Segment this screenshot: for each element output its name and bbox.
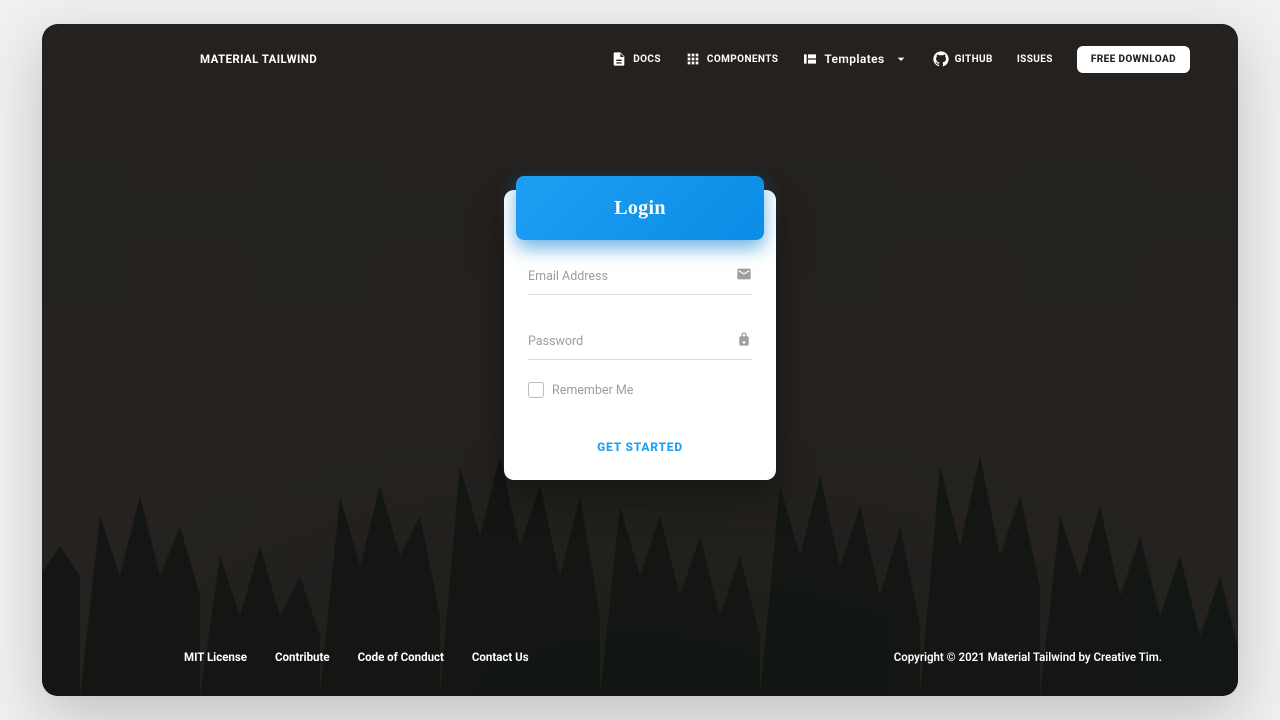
footer-contact[interactable]: Contact Us (472, 650, 529, 664)
remember-label: Remember Me (552, 383, 633, 398)
nav-issues[interactable]: ISSUES (1017, 54, 1053, 65)
footer-conduct[interactable]: Code of Conduct (358, 650, 444, 664)
footer-license[interactable]: MIT License (184, 650, 247, 664)
nav-docs[interactable]: DOCS (611, 51, 661, 67)
github-icon (933, 51, 949, 67)
main-area: Login Email Address Password Remember Me… (42, 80, 1238, 640)
navbar: MATERIAL TAILWIND DOCS COMPONENTS Templa… (42, 24, 1238, 80)
footer: MIT License Contribute Code of Conduct C… (42, 640, 1238, 696)
nav-templates[interactable]: Templates (802, 51, 908, 67)
free-download-button[interactable]: FREE DOWNLOAD (1077, 46, 1190, 73)
footer-links: MIT License Contribute Code of Conduct C… (184, 650, 529, 664)
password-field[interactable]: Password (528, 317, 752, 360)
nav-github[interactable]: GITHUB (933, 51, 993, 67)
nav-components-label: COMPONENTS (707, 54, 778, 65)
brand[interactable]: MATERIAL TAILWIND (200, 52, 317, 66)
nav-docs-label: DOCS (633, 54, 661, 65)
get-started-button[interactable]: GET STARTED (528, 432, 752, 458)
login-card-header: Login (516, 176, 764, 240)
document-icon (611, 51, 627, 67)
templates-icon (802, 51, 818, 67)
footer-contribute[interactable]: Contribute (275, 650, 330, 664)
nav-templates-label: Templates (824, 52, 884, 66)
nav-issues-label: ISSUES (1017, 54, 1053, 65)
footer-copyright: Copyright © 2021 Material Tailwind by Cr… (894, 650, 1162, 664)
password-label: Password (528, 334, 736, 349)
chevron-down-icon (893, 51, 909, 67)
app-frame: MATERIAL TAILWIND DOCS COMPONENTS Templa… (42, 24, 1238, 696)
nav-components[interactable]: COMPONENTS (685, 51, 778, 67)
lock-icon (736, 331, 752, 351)
email-field[interactable]: Email Address (528, 252, 752, 295)
remember-checkbox[interactable] (528, 382, 544, 398)
nav-links: DOCS COMPONENTS Templates (611, 46, 1190, 73)
grid-icon (685, 51, 701, 67)
nav-github-label: GITHUB (955, 54, 993, 65)
email-icon (736, 266, 752, 286)
remember-me-row: Remember Me (528, 382, 752, 398)
email-label: Email Address (528, 269, 736, 284)
login-card: Login Email Address Password Remember Me… (504, 190, 776, 480)
